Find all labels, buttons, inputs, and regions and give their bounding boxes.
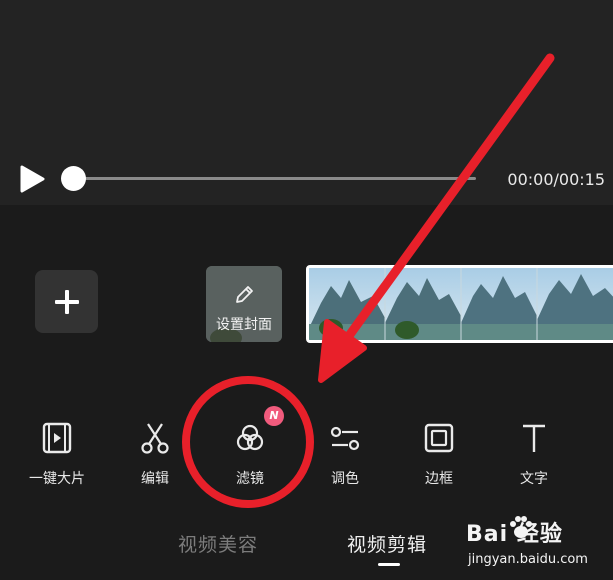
text-icon [523, 424, 545, 452]
tool-label: 边框 [425, 471, 453, 487]
paw-icon [510, 516, 532, 538]
tool-label: 调色 [331, 471, 359, 487]
tool-filter[interactable]: 滤镜 [205, 420, 295, 500]
scissors-icon [141, 423, 169, 454]
tool-label: 滤镜 [236, 471, 264, 487]
tool-color-adjust[interactable]: 调色 [300, 420, 390, 500]
active-tab-indicator [378, 563, 400, 566]
app-screen: 00:00/00:15 设置封面 一键大片 编辑 滤镜 N 调色 边框 文字 视… [0, 0, 613, 580]
new-badge: N [264, 406, 284, 426]
tool-text[interactable]: 文字 [489, 420, 579, 500]
tab-video-beauty[interactable]: 视频美容 [178, 530, 258, 557]
tool-border[interactable]: 边框 [394, 420, 484, 500]
sliders-icon [330, 426, 360, 451]
progress-handle[interactable] [61, 166, 86, 191]
pencil-icon [236, 286, 253, 303]
video-preview: 00:00/00:15 [0, 0, 613, 205]
tool-one-click-movie[interactable]: 一键大片 [12, 420, 102, 500]
tool-label: 编辑 [141, 471, 169, 487]
tab-video-edit[interactable]: 视频剪辑 [347, 530, 427, 557]
film-icon [42, 422, 72, 454]
baidu-watermark: Bai 经验 jingyan.baidu.com [466, 514, 611, 576]
watermark-url: jingyan.baidu.com [468, 552, 588, 567]
plus-icon [54, 289, 79, 314]
frame-icon [424, 423, 454, 453]
add-clip-button[interactable] [35, 270, 98, 333]
tool-edit[interactable]: 编辑 [110, 420, 200, 500]
filter-icon [236, 424, 264, 451]
video-clip-track[interactable] [306, 265, 613, 343]
play-button[interactable] [16, 164, 46, 194]
tool-label: 一键大片 [29, 471, 85, 487]
tool-label: 文字 [520, 471, 548, 487]
clip-thumbnails [309, 268, 613, 340]
progress-track[interactable] [74, 177, 476, 180]
timecode: 00:00/00:15 [507, 170, 605, 189]
play-icon [20, 165, 45, 193]
set-cover-label: 设置封面 [216, 317, 272, 333]
set-cover-button[interactable]: 设置封面 [206, 266, 282, 342]
